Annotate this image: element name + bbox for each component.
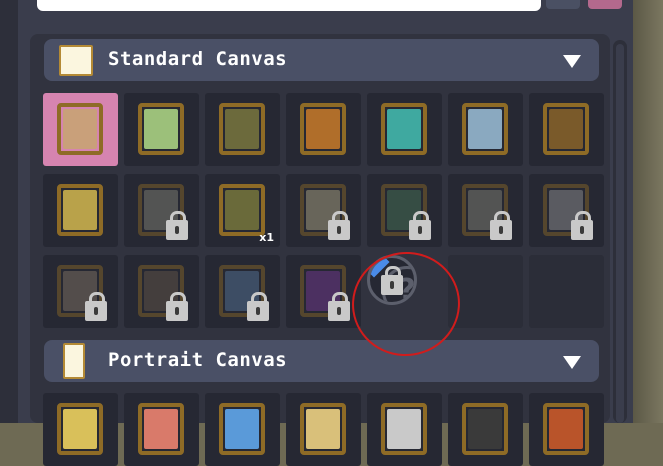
painting-frame [57,103,103,155]
canvas-tile[interactable] [124,174,199,247]
canvas-tile[interactable] [367,393,442,466]
canvas-tile[interactable] [43,174,118,247]
category-title: Standard Canvas [108,48,288,70]
painting-frame [543,403,589,455]
painting-frame [138,403,184,455]
canvas-tile[interactable] [367,174,442,247]
painting-art [549,109,583,149]
canvas-tile[interactable] [124,93,199,166]
canvas-tile[interactable] [286,393,361,466]
category-header-standard[interactable]: Standard Canvas [44,39,599,81]
painting-art [63,109,97,149]
canvas-tile[interactable] [286,174,361,247]
right-background [633,0,663,423]
painting-frame [300,103,346,155]
canvas-tile[interactable] [529,93,604,166]
painting-frame [381,103,427,155]
painting-frame [219,403,265,455]
lock-icon [85,292,107,321]
canvas-tile[interactable] [286,255,361,328]
lock-icon [247,292,269,321]
canvas-tile[interactable] [205,255,280,328]
chevron-down-icon[interactable] [563,356,581,369]
painting-frame [57,403,103,455]
painting-frame [543,103,589,155]
empty-slot [448,255,523,328]
painting-art [225,190,259,230]
painting-art [387,409,421,449]
canvas-icon [63,343,85,379]
category-title: Portrait Canvas [108,349,288,371]
lock-icon [409,211,431,240]
lock-icon [166,292,188,321]
canvas-tile[interactable] [43,93,118,166]
painting-frame [462,403,508,455]
chevron-down-icon[interactable] [563,55,581,68]
canvas-tile[interactable] [124,255,199,328]
lock-icon [166,211,188,240]
empty-slot [529,255,604,328]
painting-art [144,409,178,449]
close-button[interactable] [588,0,622,9]
canvas-icon [59,45,93,76]
lock-icon [571,211,593,240]
canvas-tile[interactable] [205,393,280,466]
painting-art [387,109,421,149]
canvas-tile[interactable]: x1 [205,174,280,247]
painting-art [225,409,259,449]
painting-art [306,109,340,149]
painting-frame [57,184,103,236]
canvas-tile[interactable] [448,93,523,166]
painting-art [468,109,502,149]
canvas-tile[interactable] [367,93,442,166]
painting-frame [219,184,265,236]
filter-button[interactable] [546,0,580,9]
lock-icon [328,292,350,321]
canvas-tile[interactable] [529,393,604,466]
painting-frame [219,103,265,155]
scrollbar-thumb[interactable] [616,44,624,423]
painting-art [549,409,583,449]
canvas-tile[interactable] [448,393,523,466]
painting-art [144,109,178,149]
canvas-tile[interactable] [286,93,361,166]
lock-icon [328,211,350,240]
search-input[interactable] [37,0,541,11]
painting-art [468,409,502,449]
painting-frame [381,403,427,455]
canvas-tile[interactable] [43,393,118,466]
canvas-tile[interactable] [529,174,604,247]
painting-art [306,409,340,449]
painting-art [225,109,259,149]
lock-icon [490,211,512,240]
category-header-portrait[interactable]: Portrait Canvas [44,340,599,382]
painting-art [63,409,97,449]
canvas-tile[interactable] [448,174,523,247]
painting-frame [462,103,508,155]
painting-frame [138,103,184,155]
canvas-tile[interactable] [205,93,280,166]
left-background [0,0,18,423]
canvas-tile[interactable] [43,255,118,328]
canvas-tile[interactable] [124,393,199,466]
count-badge: x1 [259,231,274,244]
painting-art [63,190,97,230]
painting-frame [300,403,346,455]
